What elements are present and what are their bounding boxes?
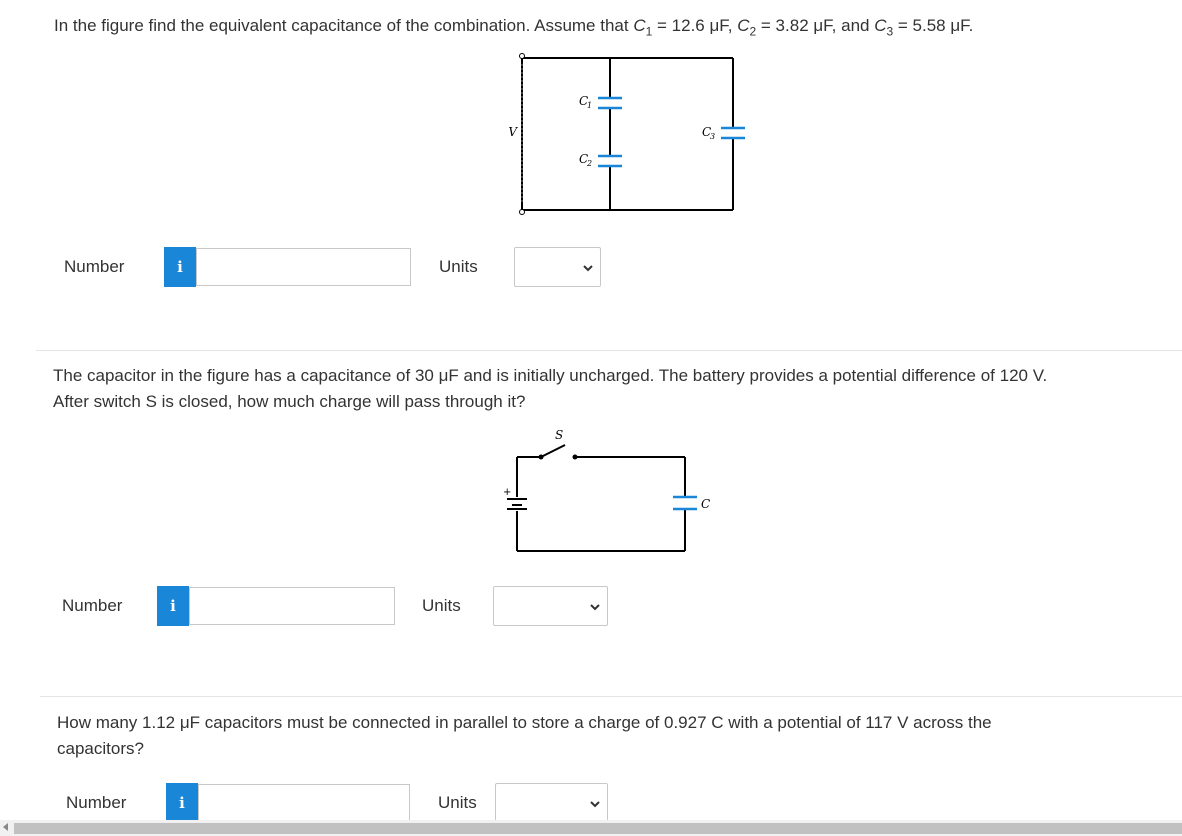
q1-text-prefix: In the figure find the equivalent capaci… bbox=[54, 16, 634, 35]
q1-units-select[interactable] bbox=[514, 247, 601, 287]
q1-info-icon[interactable]: i bbox=[164, 247, 196, 287]
c1-symbol: C bbox=[633, 16, 646, 35]
q1-number-label: Number bbox=[64, 257, 125, 276]
c3-symbol: C bbox=[874, 16, 887, 35]
q2-units-select[interactable] bbox=[493, 586, 608, 626]
q1-number-input[interactable] bbox=[196, 248, 411, 286]
c2-label-sub: 2 bbox=[586, 159, 592, 168]
q2-circuit-figure: S + C bbox=[503, 428, 710, 552]
scroll-left-arrow-icon[interactable] bbox=[3, 823, 8, 831]
switch-label: S bbox=[555, 428, 563, 442]
q2-number-input[interactable] bbox=[189, 587, 395, 625]
c1-value: = 12.6 μF, bbox=[652, 16, 738, 35]
scrollbar-thumb[interactable] bbox=[14, 823, 1182, 834]
q2-info-icon[interactable]: i bbox=[157, 586, 189, 626]
c3-value: = 5.58 μF. bbox=[893, 16, 974, 35]
q2-text-line1: The capacitor in the figure has a capaci… bbox=[53, 366, 1048, 385]
chevron-down-icon bbox=[590, 801, 600, 808]
c2-value: = 3.82 μF, and bbox=[756, 16, 875, 35]
q3-units-select[interactable] bbox=[495, 783, 608, 823]
question-3-text: How many 1.12 μF capacitors must be conn… bbox=[57, 710, 1177, 762]
q2-number-label: Number bbox=[62, 596, 123, 615]
separator bbox=[40, 696, 1182, 697]
chevron-down-icon bbox=[590, 604, 600, 611]
horizontal-scrollbar[interactable] bbox=[0, 820, 1182, 836]
c1-label-sub: 1 bbox=[587, 101, 592, 110]
q3-info-icon[interactable]: i bbox=[166, 783, 198, 823]
q3-number-label: Number bbox=[66, 793, 127, 812]
chevron-down-icon bbox=[583, 265, 593, 272]
q1-circuit-figure: V C 1 C 2 C 3 bbox=[508, 53, 745, 215]
voltage-label: V bbox=[508, 125, 518, 139]
q3-number-input[interactable] bbox=[198, 784, 410, 822]
c2-symbol: C bbox=[737, 16, 750, 35]
plus-label: + bbox=[503, 487, 511, 498]
q3-text-line1: How many 1.12 μF capacitors must be conn… bbox=[57, 713, 992, 732]
q2-units-label: Units bbox=[422, 596, 461, 615]
q1-units-label: Units bbox=[439, 257, 478, 276]
question-1-text: In the figure find the equivalent capaci… bbox=[54, 13, 1174, 44]
q2-text-line2: After switch S is closed, how much charg… bbox=[53, 392, 526, 411]
c3-label-sub: 3 bbox=[710, 132, 715, 141]
question-2-text: The capacitor in the figure has a capaci… bbox=[53, 363, 1178, 415]
separator bbox=[36, 350, 1182, 351]
capacitor-label: C bbox=[701, 497, 710, 511]
q3-text-line2: capacitors? bbox=[57, 739, 144, 758]
q3-units-label: Units bbox=[438, 793, 477, 812]
